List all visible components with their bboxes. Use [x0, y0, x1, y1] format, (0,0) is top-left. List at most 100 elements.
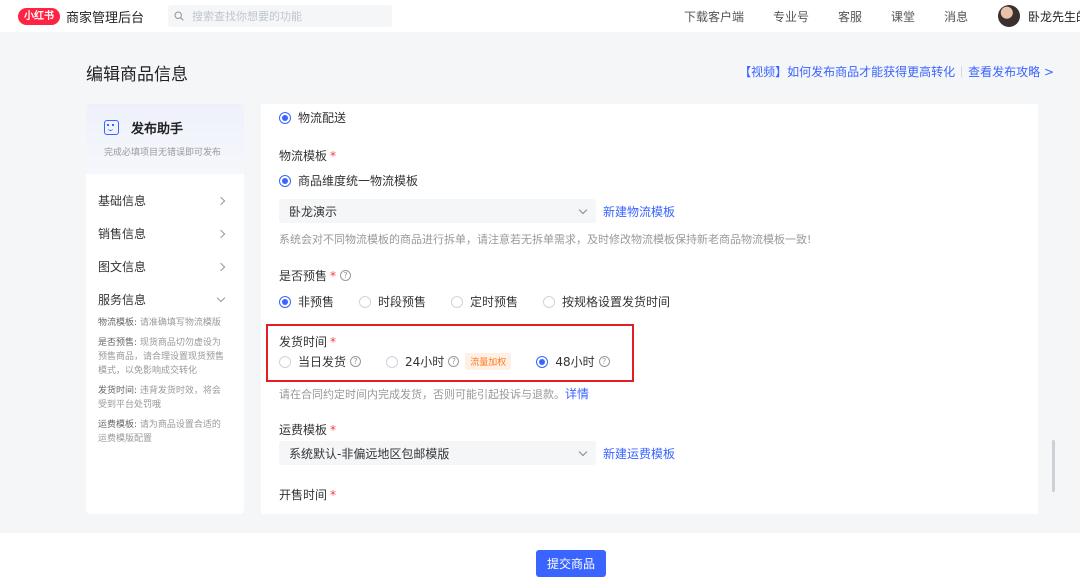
nav-customer-service[interactable]: 客服 [838, 8, 862, 25]
freight-template-select[interactable]: 系统默认-非偏远地区包邮模版 [279, 441, 596, 465]
search-input[interactable] [192, 9, 383, 23]
chevron-right-icon [216, 229, 226, 238]
presale-label-row: 是否预售 * ? [279, 267, 352, 284]
top-nav: 下载客户端 专业号 客服 课堂 消息 [684, 0, 997, 32]
sidebar-item-label: 图文信息 [98, 260, 147, 274]
help-icon[interactable]: ? [350, 356, 362, 367]
tip-text: 请准确填写物流模版 [139, 318, 221, 328]
sidebar-item-media-info[interactable]: 图文信息 [86, 250, 244, 283]
sidebar-item-label: 销售信息 [98, 227, 147, 241]
help-links: 【视频】如何发布商品才能获得更高转化 查看发布攻略 > [739, 63, 1054, 80]
ship-time-hint: 请在合同约定时间内完成发货，否则可能引起投诉与退款。 [279, 387, 565, 401]
select-value: 系统默认-非偏远地区包邮模版 [289, 446, 450, 461]
radio-48h[interactable]: 48小时? [536, 353, 610, 370]
assistant-title: 发布助手 [131, 122, 184, 137]
logistics-template-hint-row: 系统会对不同物流模板的商品进行拆单，请注意若无拆单需求，及时修改物流模板保持新老… [279, 231, 811, 247]
radio-dot [451, 295, 464, 308]
service-info-form: 物流配送 物流模板 * 商品维度统一物流模板 卧龙演示 新建物流模板 系统会对不同… [261, 104, 1038, 514]
avatar[interactable] [998, 5, 1020, 27]
radio-logistics-delivery[interactable]: 物流配送 [279, 109, 346, 126]
radio-no-presale[interactable]: 非预售 [279, 293, 334, 310]
required-mark: * [330, 334, 337, 349]
search-icon [174, 11, 184, 21]
radio-dot [536, 355, 549, 368]
sale-time-label: 开售时间 [279, 488, 328, 502]
radio-dot [359, 295, 372, 308]
chevron-right-icon [216, 196, 226, 205]
required-mark: * [330, 148, 337, 163]
logistics-template-select-row: 卧龙演示 新建物流模板 [279, 199, 675, 223]
ship-time-label-row: 发货时间 * [279, 333, 336, 350]
presale-label: 是否预售 [279, 269, 328, 283]
logistics-template-label: 物流模板 [279, 149, 328, 163]
tip-key: 发货时间: [98, 386, 138, 396]
radio-period-presale[interactable]: 时段预售 [359, 293, 426, 310]
radio-label: 定时预售 [470, 295, 519, 309]
tip-key: 物流模板: [98, 318, 138, 328]
help-icon[interactable]: ? [448, 356, 460, 367]
radio-dot [279, 111, 291, 124]
new-logistics-template-link[interactable]: 新建物流模板 [603, 203, 675, 220]
details-link[interactable]: 详情 [565, 385, 589, 402]
help-icon[interactable]: ? [598, 356, 610, 367]
new-freight-template-link[interactable]: 新建运费模板 [603, 445, 675, 462]
tip-presale: 是否预售: 现货商品切勿虚设为预售商品，请合理设置现货预售模式，以免影响成交转化 [86, 336, 244, 378]
required-mark: * [330, 487, 337, 502]
chevron-down-icon [216, 293, 226, 303]
radio-label: 时段预售 [378, 295, 427, 309]
sidebar-item-basic-info[interactable]: 基础信息 [86, 184, 244, 217]
freight-template-select-row: 系统默认-非偏远地区包邮模版 新建运费模板 [279, 441, 675, 465]
chevron-down-icon [578, 447, 588, 456]
tip-key: 是否预售: [98, 338, 138, 348]
logistics-template-select[interactable]: 卧龙演示 [279, 199, 596, 223]
presale-options-row: 非预售 时段预售 定时预售 按规格设置发货时间 [279, 293, 695, 310]
footer-bar: 提交商品 [0, 533, 1080, 580]
traffic-boost-tag: 流量加权 [465, 353, 512, 370]
ship-time-hint-row: 请在合同约定时间内完成发货，否则可能引起投诉与退款。 详情 [279, 385, 589, 402]
radio-label: 当日发货 [298, 355, 347, 369]
delivery-method-row: 物流配送 [279, 109, 371, 126]
publish-guide-link[interactable]: 查看发布攻略 > [968, 65, 1054, 79]
ship-time-label: 发货时间 [279, 335, 328, 349]
radio-same-day[interactable]: 当日发货? [279, 353, 362, 370]
radio-dot [279, 174, 291, 187]
user-menu[interactable]: 卧龙先生的 [998, 5, 1080, 27]
sidebar-item-sales-info[interactable]: 销售信息 [86, 217, 244, 250]
logistics-template-hint: 系统会对不同物流模板的商品进行拆单，请注意若无拆单需求，及时修改物流模板保持新老… [279, 233, 812, 246]
tip-ship-time: 发货时间: 违背发货时效，将会受到平台处罚哦 [86, 384, 244, 412]
app-title: 商家管理后台 [66, 10, 145, 26]
nav-download-client[interactable]: 下载客户端 [684, 8, 744, 25]
nav-messages[interactable]: 消息 [944, 8, 968, 25]
radio-spec-ship-time[interactable]: 按规格设置发货时间 [543, 293, 670, 310]
required-mark: * [330, 422, 337, 437]
radio-label: 物流配送 [298, 111, 347, 125]
robot-icon [104, 120, 119, 135]
video-guide-link[interactable]: 【视频】如何发布商品才能获得更高转化 [739, 65, 955, 79]
sidebar-item-service-info[interactable]: 服务信息 [86, 283, 244, 316]
select-value: 卧龙演示 [289, 204, 338, 219]
nav-classroom[interactable]: 课堂 [891, 8, 915, 25]
ship-time-options-row: 当日发货? 24小时? 流量加权 48小时? [279, 353, 635, 370]
page-title: 编辑商品信息 [86, 65, 188, 85]
assistant-header: 发布助手 完成必填项目无错误即可发布 [86, 104, 244, 174]
freight-template-label: 运费模板 [279, 423, 328, 437]
tip-key: 运费模板: [98, 420, 138, 430]
scrollbar-thumb[interactable] [1052, 440, 1055, 492]
search-box[interactable] [168, 5, 393, 27]
help-icon[interactable]: ? [340, 270, 352, 281]
sale-time-label-row: 开售时间 * [279, 486, 336, 503]
radio-label: 商品维度统一物流模板 [298, 174, 419, 188]
brand-logo[interactable]: 小红书 [18, 7, 60, 25]
tip-logistics: 物流模板: 请准确填写物流模版 [86, 316, 244, 330]
radio-scheduled-presale[interactable]: 定时预售 [451, 293, 518, 310]
radio-label: 非预售 [298, 295, 335, 309]
radio-24h[interactable]: 24小时? 流量加权 [386, 353, 512, 370]
user-name[interactable]: 卧龙先生的 [1028, 8, 1080, 25]
radio-unified-template[interactable]: 商品维度统一物流模板 [279, 172, 418, 189]
radio-dot [279, 295, 291, 308]
sidebar-item-label: 基础信息 [98, 194, 147, 208]
submit-product-button[interactable]: 提交商品 [536, 550, 606, 577]
nav-pro-account[interactable]: 专业号 [773, 8, 809, 25]
required-mark: * [330, 268, 337, 283]
chevron-down-icon [578, 205, 588, 214]
